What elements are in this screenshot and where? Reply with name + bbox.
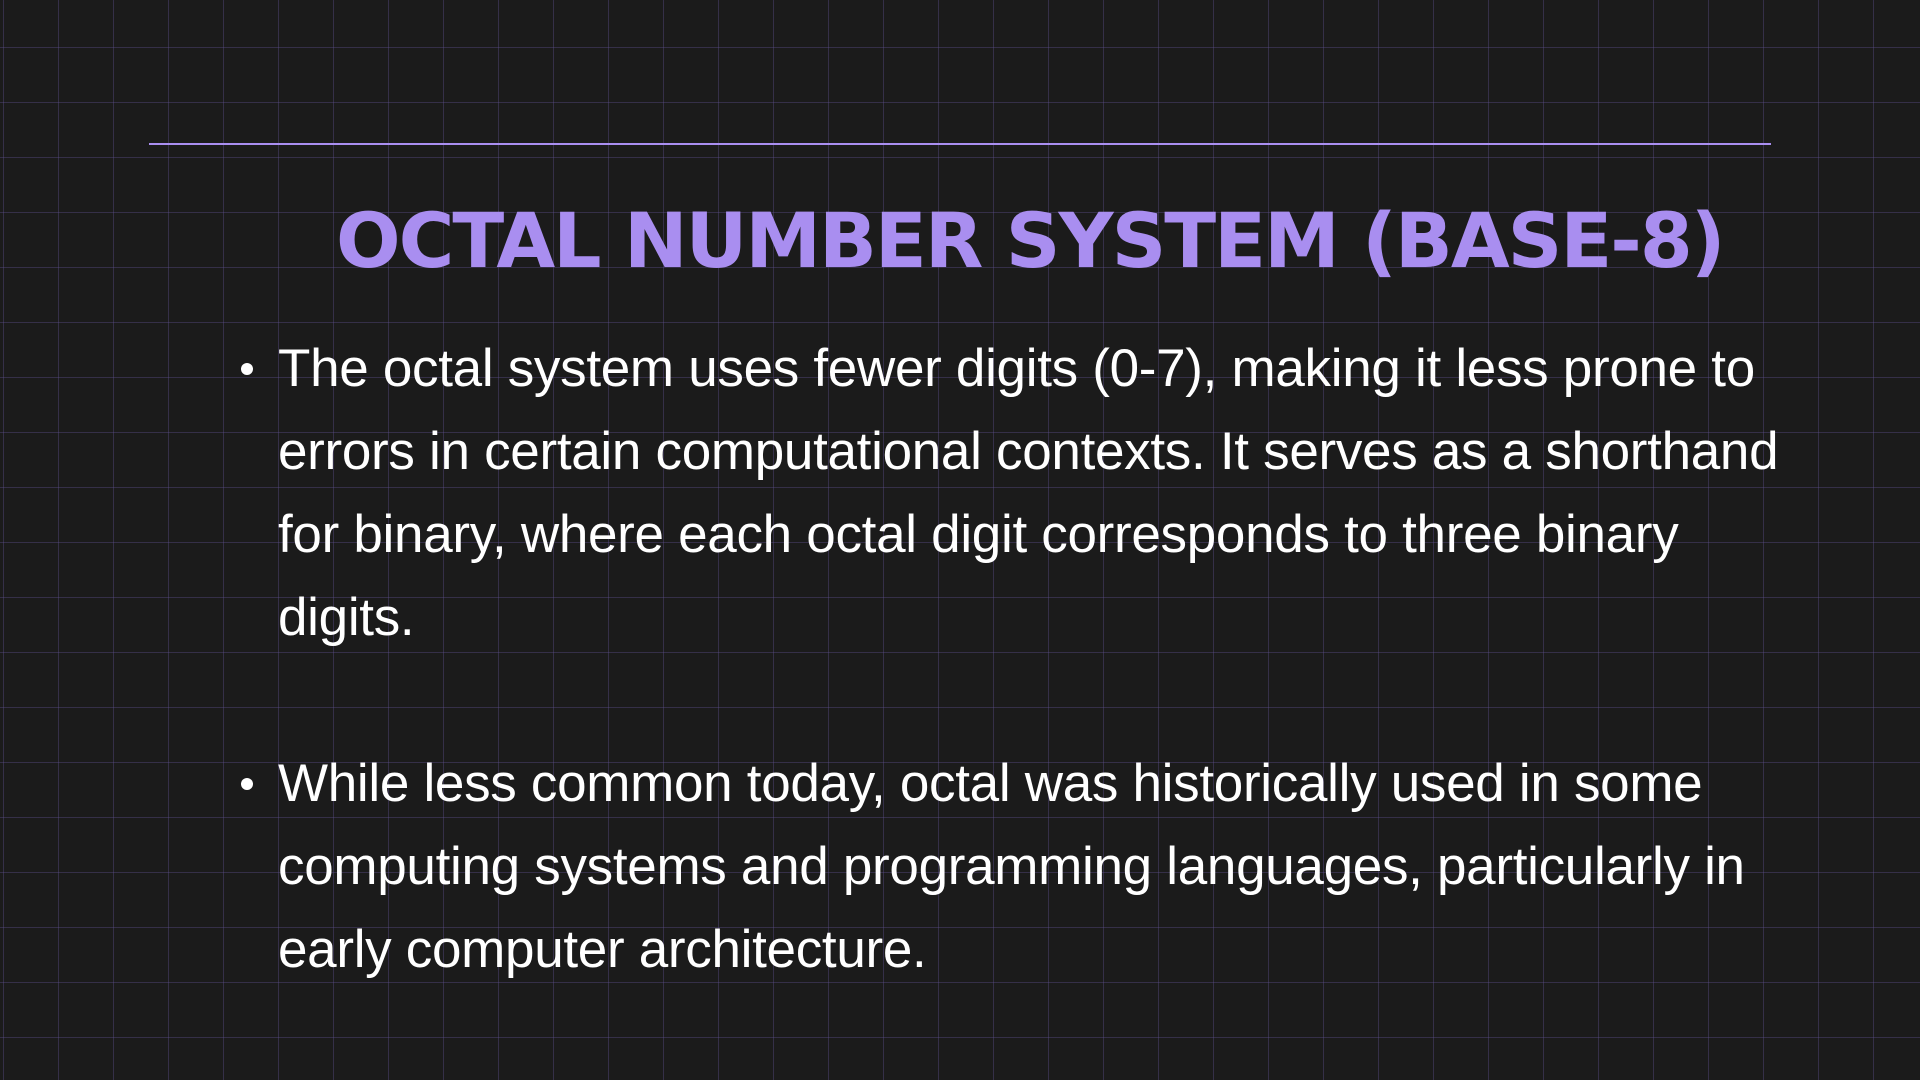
- bullet-list: The octal system uses fewer digits (0-7)…: [238, 327, 1798, 991]
- bullet-dot-icon: [241, 778, 253, 790]
- bullet-item: While less common today, octal was histo…: [238, 742, 1798, 991]
- bullet-item: The octal system uses fewer digits (0-7)…: [238, 327, 1798, 659]
- title-divider-line: [149, 143, 1771, 145]
- slide-title: OCTAL NUMBER SYSTEM (BASE-8): [336, 196, 1725, 285]
- bullet-dot-icon: [241, 363, 253, 375]
- slide: OCTAL NUMBER SYSTEM (BASE-8) The octal s…: [0, 0, 1920, 1080]
- bullet-text: The octal system uses fewer digits (0-7)…: [278, 339, 1779, 647]
- bullet-text: While less common today, octal was histo…: [278, 754, 1745, 979]
